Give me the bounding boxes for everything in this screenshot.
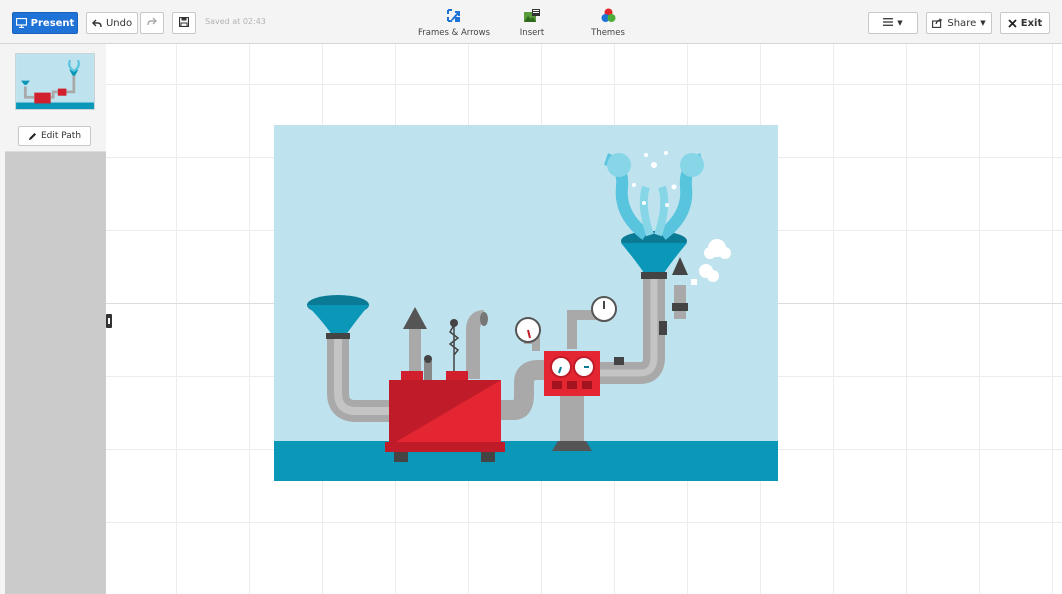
menu-button[interactable]: ▼ xyxy=(868,12,918,34)
share-icon xyxy=(932,18,943,28)
sidebar-resize-handle[interactable] xyxy=(106,314,112,328)
save-icon xyxy=(178,16,190,30)
chevron-down-icon: ▼ xyxy=(897,19,903,27)
path-sidebar: Edit Path xyxy=(5,44,106,594)
red-machine xyxy=(385,371,505,462)
editor-canvas[interactable] xyxy=(106,44,1062,594)
menu-icon xyxy=(883,17,894,29)
share-label: Share xyxy=(947,17,977,29)
slide-illustration[interactable] xyxy=(274,125,778,481)
undo-icon xyxy=(91,19,102,28)
save-button[interactable] xyxy=(172,12,196,34)
frames-arrows-tool[interactable]: Frames & Arrows xyxy=(414,8,494,38)
redo-button[interactable] xyxy=(140,12,164,34)
present-label: Present xyxy=(30,17,75,29)
edit-path-button[interactable]: Edit Path xyxy=(18,126,91,146)
gauge-box xyxy=(544,351,600,396)
top-toolbar: Present Undo Saved at 02:43 Frames & Arr… xyxy=(0,0,1062,44)
exit-label: Exit xyxy=(1020,17,1043,29)
present-icon xyxy=(15,18,27,28)
redo-icon xyxy=(147,17,157,29)
close-icon xyxy=(1008,18,1017,28)
themes-icon xyxy=(601,8,616,28)
frames-arrows-label: Frames & Arrows xyxy=(418,28,490,38)
exit-button[interactable]: Exit xyxy=(1000,12,1050,34)
insert-icon xyxy=(523,8,541,28)
undo-label: Undo xyxy=(105,17,133,29)
share-button[interactable]: Share ▼ xyxy=(926,12,992,34)
pencil-icon xyxy=(28,132,37,141)
edit-path-label: Edit Path xyxy=(40,131,82,141)
slide-thumbnail[interactable] xyxy=(15,53,95,110)
themes-label: Themes xyxy=(591,28,625,38)
path-sidebar-header: Edit Path xyxy=(5,44,106,152)
chevron-down-icon: ▼ xyxy=(980,19,986,27)
insert-label: Insert xyxy=(519,28,545,38)
present-button[interactable]: Present xyxy=(12,12,78,34)
undo-button[interactable]: Undo xyxy=(86,12,138,34)
insert-tool[interactable]: Insert xyxy=(512,8,552,38)
saved-status: Saved at 02:43 xyxy=(205,17,266,26)
frames-arrows-icon xyxy=(446,8,462,28)
themes-tool[interactable]: Themes xyxy=(588,8,628,38)
